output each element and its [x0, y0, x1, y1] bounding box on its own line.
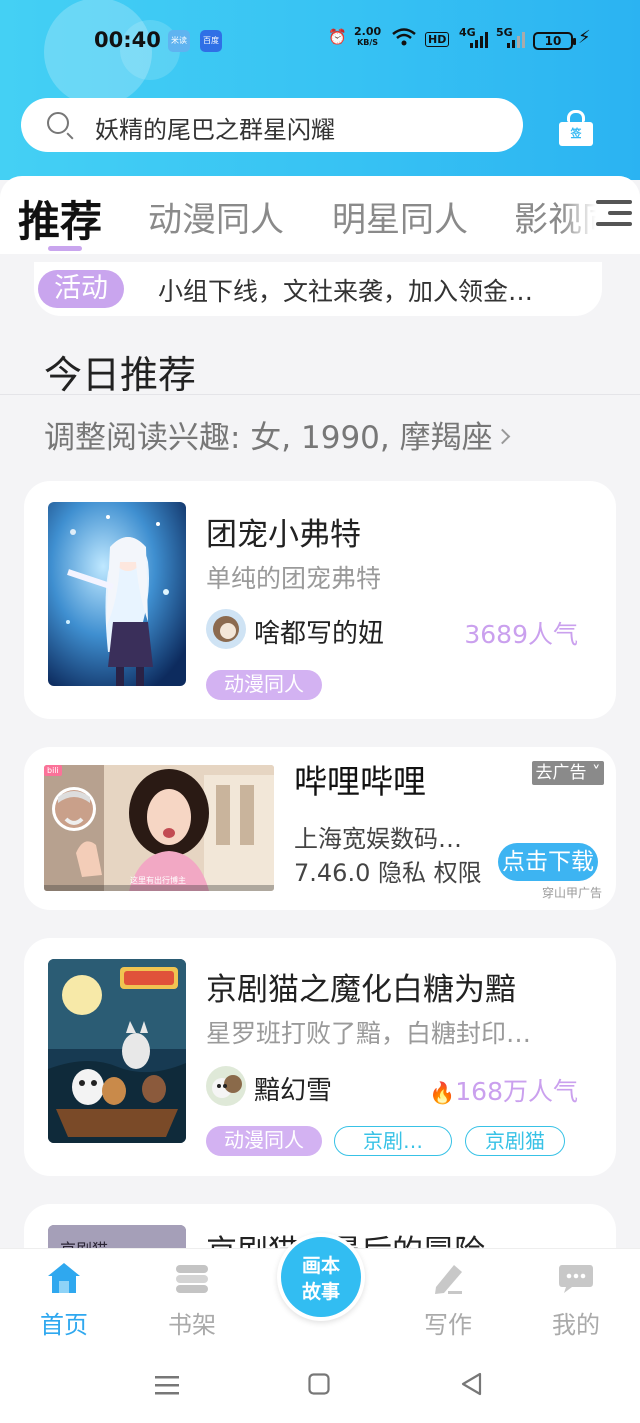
recent-apps-icon[interactable] — [155, 1374, 179, 1400]
flame-icon: 🔥 — [429, 1081, 456, 1105]
book-card[interactable]: 团宠小弗特 单纯的团宠弗特 啥都写的妞 3689人气 动漫同人 — [24, 481, 616, 719]
signal-bars-icon — [470, 32, 490, 52]
book-title: 京剧猫之魔化白糖为黯 — [206, 972, 516, 1008]
system-navigation-bar — [0, 1360, 640, 1423]
checkin-gift-button[interactable]: 签 — [557, 110, 595, 146]
status-bar: 00:40 米读 百度 ⏰ 2.00 KB/S HD 4G 5G 10 ⚡ — [0, 22, 640, 60]
search-placeholder: 妖精的尾巴之群星闪耀 — [95, 116, 335, 144]
nav-profile-label: 我的 — [552, 1311, 600, 1339]
book-cover — [48, 959, 186, 1143]
tab-celebrity-fanfic[interactable]: 明星同人 — [332, 192, 468, 241]
popularity-count: 3689人气 — [464, 620, 578, 649]
ad-card[interactable]: bili 这里有出行博主 哔哩哔哩 去广告 ˅ 上海宽娱数码… 7.46.0 隐… — [24, 747, 616, 910]
ad-download-button[interactable]: 点击下载 — [498, 843, 598, 881]
author-avatar — [206, 1066, 246, 1106]
home-icon — [46, 1261, 82, 1295]
ad-video-thumbnail[interactable]: bili 这里有出行博主 — [44, 765, 274, 891]
book-cover — [48, 502, 186, 686]
baidu-app-icon: 百度 — [200, 30, 222, 52]
divider — [0, 394, 640, 395]
bilibili-app-badge: bili — [44, 765, 62, 776]
author-name: 黯幻雪 — [254, 1076, 333, 1106]
popularity-count: 🔥168万人气 — [429, 1077, 578, 1106]
activity-notice[interactable]: 活动 小组下线，文社来袭，加入领金… — [34, 262, 602, 316]
nav-home-label: 首页 — [40, 1311, 88, 1339]
chevron-right-icon — [494, 428, 510, 445]
chat-bubble-icon — [558, 1261, 594, 1295]
draw-story-button[interactable]: 画本 故事 — [277, 1233, 365, 1321]
nav-bookshelf[interactable]: 书架 — [152, 1261, 232, 1340]
activity-text: 小组下线，文社来袭，加入领金… — [158, 277, 534, 306]
book-title: 团宠小弗特 — [206, 517, 361, 553]
tab-anime-fanfic[interactable]: 动漫同人 — [148, 192, 284, 241]
wifi-icon — [392, 28, 416, 50]
ad-app-meta: 7.46.0 隐私 权限 — [294, 853, 482, 888]
miread-app-icon: 米读 — [168, 30, 190, 52]
genre-tag[interactable]: 动漫同人 — [206, 670, 322, 700]
search-bar[interactable]: 妖精的尾巴之群星闪耀 — [21, 98, 523, 152]
battery-indicator: 10 — [533, 32, 576, 50]
menu-icon[interactable] — [596, 198, 632, 230]
nav-write[interactable]: 写作 — [408, 1261, 488, 1340]
section-title: 今日推荐 — [44, 353, 197, 397]
book-card[interactable]: 京剧猫之魔化白糖为黯 星罗班打败了黯，白糖封印… 黯幻雪 🔥168万人气 动漫同… — [24, 938, 616, 1176]
activity-tag: 活动 — [38, 270, 124, 308]
ad-app-version: 7.46.0 — [294, 859, 371, 887]
book-description: 单纯的团宠弗特 — [206, 564, 382, 593]
pen-icon — [430, 1261, 466, 1295]
gift-box-icon: 签 — [559, 122, 593, 146]
bookshelf-icon — [174, 1261, 210, 1295]
status-time: 00:40 — [94, 28, 161, 52]
gift-bow-icon — [567, 110, 585, 122]
keyword-tag[interactable]: 京剧… — [334, 1126, 452, 1156]
back-icon[interactable] — [460, 1372, 482, 1400]
book-description: 星罗班打败了黯，白糖封印… — [206, 1019, 532, 1048]
author-name: 啥都写的妞 — [254, 619, 385, 649]
video-caption: 这里有出行博主 — [130, 876, 186, 885]
ad-source-label: 穿山甲广告 — [542, 886, 603, 900]
hd-voice-icon: HD — [425, 32, 450, 47]
remove-ad-button[interactable]: 去广告 ˅ — [532, 761, 604, 785]
tab-recommend[interactable]: 推荐 — [18, 188, 102, 249]
ad-company: 上海宽娱数码… — [294, 825, 462, 853]
reading-interest-link[interactable]: 调整阅读兴趣: 女, 1990, 摩羯座 — [44, 412, 510, 457]
nav-home[interactable]: 首页 — [24, 1261, 104, 1340]
active-tab-indicator — [48, 246, 82, 251]
search-icon — [47, 112, 69, 134]
ad-privacy-link[interactable]: 隐私 — [378, 859, 426, 887]
charging-icon: ⚡ — [578, 27, 591, 48]
signal-bars-icon — [507, 32, 527, 52]
ad-app-title: 哔哩哔哩 — [294, 762, 426, 801]
nav-write-label: 写作 — [424, 1311, 472, 1339]
ad-permission-link[interactable]: 权限 — [434, 859, 482, 887]
home-button-icon[interactable] — [308, 1373, 330, 1399]
network-speed: 2.00 KB/S — [354, 25, 382, 47]
author-avatar — [206, 609, 246, 649]
alarm-icon: ⏰ — [328, 28, 347, 46]
genre-tag[interactable]: 动漫同人 — [206, 1126, 322, 1156]
nav-bookshelf-label: 书架 — [168, 1311, 216, 1339]
category-tabs: 推荐 动漫同人 明星同人 影视同人 — [0, 176, 640, 254]
nav-profile[interactable]: 我的 — [536, 1261, 616, 1340]
keyword-tag[interactable]: 京剧猫 — [465, 1126, 565, 1156]
